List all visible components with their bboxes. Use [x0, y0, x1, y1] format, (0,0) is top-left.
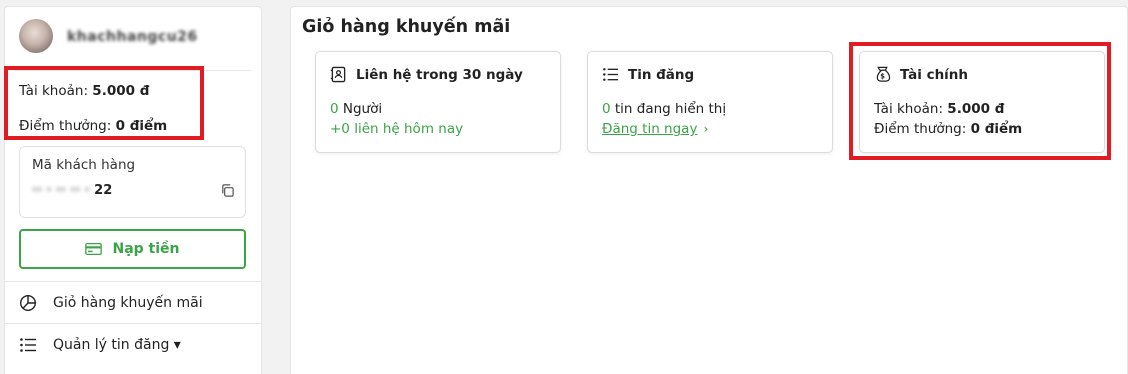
customer-code-title: Mã khách hàng [32, 157, 136, 173]
sidebar: khachhangcu26 Tài khoản: 5.000 đ Điểm th… [4, 6, 262, 374]
contacts-today: +0 liên hệ hôm nay [330, 121, 464, 137]
customer-code-suffix: 22 [94, 183, 113, 198]
card-header: Tin đăng [602, 66, 694, 83]
post-listing-link[interactable]: Đăng tin ngay [602, 121, 697, 137]
topup-label: Nạp tiền [112, 241, 180, 257]
customer-code-blurred: ·· · ·· ·· · [32, 183, 90, 198]
page-title: Giỏ hàng khuyến mãi [302, 17, 511, 37]
topup-button[interactable]: Nạp tiền [19, 229, 246, 269]
highlight-box-account [4, 66, 204, 140]
list-icon [20, 337, 36, 352]
sidebar-item-label: Giỏ hàng khuyến mãi [53, 294, 203, 311]
listings-card[interactable]: Tin đăng 0 tin đang hiển thị Đăng tin ng… [587, 51, 833, 153]
post-listing-row: Đăng tin ngay › [602, 121, 708, 137]
listings-count: 0 tin đang hiển thị [602, 101, 726, 117]
credit-card-icon [85, 243, 103, 255]
copy-icon[interactable] [220, 183, 235, 198]
contacts-card[interactable]: Liên hệ trong 30 ngày 0 Người +0 liên hệ… [315, 51, 561, 153]
highlight-box-finance [849, 42, 1111, 160]
contacts-count-value: 0 [330, 101, 339, 117]
customer-code-box: Mã khách hàng ·· · ·· ·· · 22 [19, 146, 246, 218]
card-header: Liên hệ trong 30 ngày [330, 66, 523, 83]
customer-code-value: ·· · ·· ·· · 22 [32, 183, 112, 198]
listings-count-label: tin đang hiển thị [610, 101, 727, 117]
sidebar-item-manage-listings[interactable]: Quản lý tin đăng ▾ [5, 323, 261, 365]
chevron-right-icon[interactable]: › [703, 122, 708, 136]
card-title: Tin đăng [628, 66, 695, 83]
card-title: Liên hệ trong 30 ngày [356, 66, 523, 83]
list-icon [603, 68, 619, 81]
pie-chart-icon [19, 294, 37, 311]
contacts-count-label: Người [338, 101, 383, 117]
avatar[interactable] [19, 19, 53, 53]
listings-count-value: 0 [602, 101, 611, 117]
username: khachhangcu26 [67, 29, 198, 45]
sidebar-item-promo-cart[interactable]: Giỏ hàng khuyến mãi [5, 281, 261, 323]
contacts-count: 0 Người [330, 101, 382, 117]
contact-book-icon [330, 66, 346, 83]
user-profile[interactable]: khachhangcu26 [15, 17, 251, 71]
sidebar-item-label: Quản lý tin đăng ▾ [53, 336, 181, 353]
